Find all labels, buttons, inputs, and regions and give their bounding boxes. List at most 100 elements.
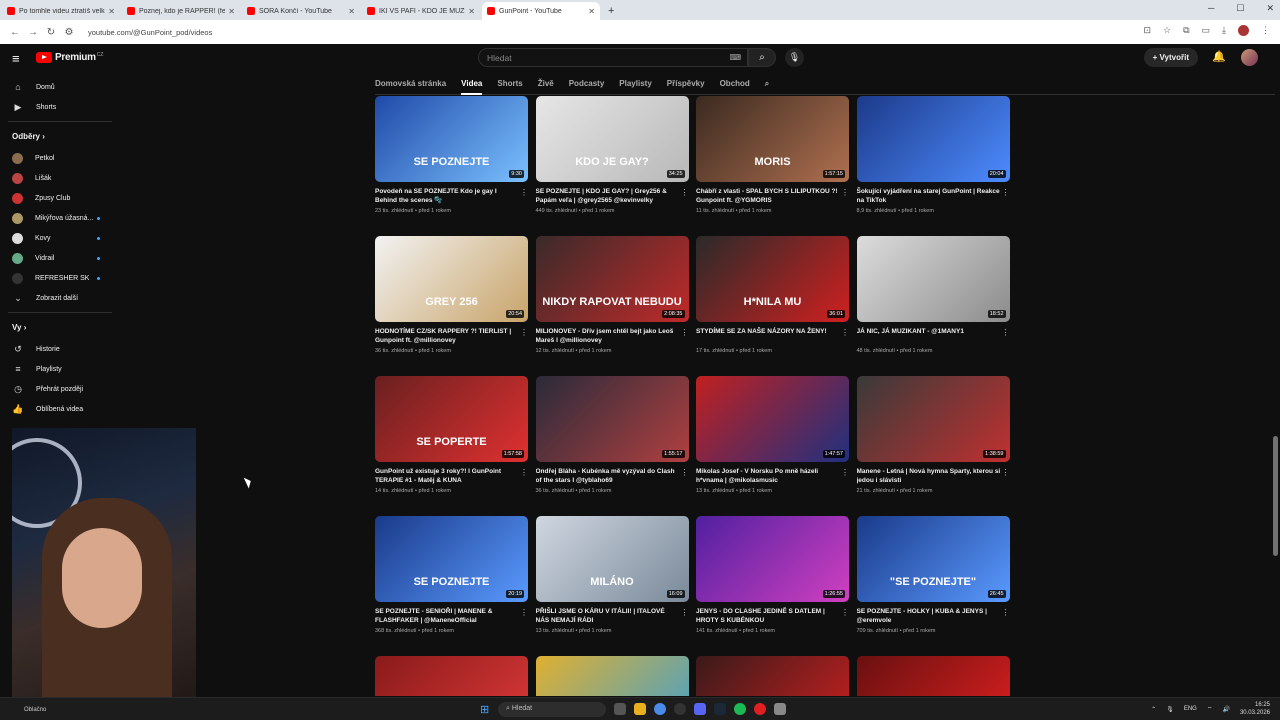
channel-tab[interactable]: Obchod (720, 72, 750, 95)
sidebar-item-you[interactable]: ◷ Přehrát později (0, 379, 120, 399)
video-title[interactable]: JENYS - DO CLASHE JEDINĚ S DATLEM | HROT… (696, 607, 840, 625)
back-icon[interactable]: ← (6, 27, 24, 38)
maximize-icon[interactable]: ☐ (1236, 3, 1244, 14)
video-thumbnail[interactable]: SE POZNEJTE 9:30 (375, 96, 528, 182)
video-title[interactable]: SE POZNEJTE | KDO JE GAY? | Grey256 & Pa… (536, 187, 680, 205)
more-options-icon[interactable]: ⋮ (681, 468, 689, 477)
channel-search-icon[interactable]: ⌕ (765, 72, 769, 95)
weather-widget[interactable]: Oblačno (24, 707, 46, 713)
more-options-icon[interactable]: ⋮ (681, 188, 689, 197)
more-options-icon[interactable]: ⋮ (1002, 608, 1010, 617)
video-title[interactable]: Ondřej Bláha - Kubénka mě vyzýval do Cla… (536, 467, 680, 485)
video-title[interactable]: SE POZNEJTE - HOLKY | KUBA & JENYS | @er… (857, 607, 1001, 625)
menu-icon[interactable]: ≡ (12, 51, 20, 66)
volume-icon[interactable]: 🔊 (1222, 706, 1229, 713)
browser-profile-avatar[interactable] (1238, 25, 1249, 36)
video-card[interactable] (375, 656, 528, 696)
reload-icon[interactable]: ↻ (42, 27, 60, 38)
close-tab-icon[interactable]: ✕ (588, 7, 595, 16)
forward-icon[interactable]: → (24, 27, 42, 38)
more-options-icon[interactable]: ⋮ (681, 608, 689, 617)
more-options-icon[interactable]: ⋮ (1002, 328, 1010, 337)
sidebar-item-you[interactable]: ≡ Playlisty (0, 359, 120, 379)
chrome-icon[interactable] (654, 703, 666, 715)
channel-tab[interactable]: Příspěvky (667, 72, 705, 95)
browser-tab[interactable]: GunPoint - YouTube ✕ (482, 2, 600, 20)
split-view-icon[interactable]: ▭ (1202, 25, 1211, 36)
video-card[interactable]: KDO JE GAY? 34:25 SE POZNEJTE | KDO JE GAY… (535, 96, 689, 214)
sidebar-item-shorts[interactable]: ▶ Shorts (0, 97, 120, 117)
video-card[interactable]: "SE POZNEJTE" 26:45 SE POZNEJTE - HOLKY | … (856, 516, 1010, 634)
video-thumbnail[interactable] (696, 656, 849, 696)
discord-icon[interactable] (694, 703, 706, 715)
url-field[interactable]: youtube.com/@GunPoint_pod/videos (88, 28, 212, 37)
video-thumbnail[interactable]: 1:26:55 (696, 516, 849, 602)
video-thumbnail[interactable]: 1:55:17 (535, 376, 689, 462)
file-explorer-icon[interactable] (634, 703, 646, 715)
channel-tab[interactable]: Shorts (497, 72, 522, 95)
video-title[interactable]: MILIONOVEY - Dřív jsem chtěl bejt jako L… (536, 327, 680, 345)
voice-search-button[interactable]: 🎙 (785, 48, 804, 67)
task-view-icon[interactable] (614, 703, 626, 715)
browser-tab[interactable]: Poznej, kdo je RAPPER! (feat. C✕ (122, 2, 240, 20)
subscriptions-heading[interactable]: Odběry › (0, 126, 120, 148)
music-icon[interactable] (774, 703, 786, 715)
sidebar-subscription[interactable]: Kovy (0, 228, 120, 248)
channel-tab[interactable]: Playlisty (619, 72, 651, 95)
video-title[interactable]: Povodeň na SE POZNEJTE Kdo je gay I Behi… (375, 187, 519, 205)
sidebar-subscription[interactable]: Zpusy Club (0, 188, 120, 208)
sidebar-item-you[interactable]: ↺ Historie (0, 339, 120, 359)
more-options-icon[interactable]: ⋮ (841, 608, 849, 617)
video-card[interactable]: GREY 256 20:54 HODNOTÍME CZ/SK RAPPERY ?! … (375, 236, 528, 354)
downloads-icon[interactable]: ⤓ (1222, 25, 1226, 36)
video-thumbnail[interactable]: MORIS 1:57:15 (696, 96, 849, 182)
sidebar-subscription[interactable]: Mikýřova úžasná... (0, 208, 120, 228)
extensions-icon[interactable]: ⧉ (1183, 25, 1189, 36)
more-options-icon[interactable]: ⋮ (841, 188, 849, 197)
video-title[interactable]: Šokující vyjádření na starej GunPoint | … (857, 187, 1001, 205)
video-thumbnail[interactable]: 1:47:57 (696, 376, 849, 462)
user-avatar[interactable] (1241, 49, 1258, 66)
video-card[interactable]: 18:52 JÁ NIC, JÁ MUZIKANT - @1MANY1 48 tis… (856, 236, 1010, 354)
video-thumbnail[interactable] (535, 656, 689, 696)
new-tab-button[interactable]: + (608, 2, 614, 20)
more-options-icon[interactable]: ⋮ (1002, 468, 1010, 477)
tray-chevron-icon[interactable]: ⌃ (1151, 706, 1156, 713)
video-title[interactable]: SE POZNEJTE - SENIOŘI | MANENE & FLASHFA… (375, 607, 519, 625)
video-card[interactable]: 1:38:59 Manene - Letná | Nová hymna Spart… (856, 376, 1010, 494)
more-options-icon[interactable]: ⋮ (1002, 188, 1010, 197)
video-thumbnail[interactable]: 20:04 (856, 96, 1010, 182)
video-thumbnail[interactable]: MILÁNO 16:09 (535, 516, 689, 602)
clock[interactable]: 16:25 30.03.2026 (1240, 701, 1270, 717)
video-card[interactable]: MILÁNO 16:09 PŘIŠLI JSME O KÁRU V ITÁLII! … (535, 516, 689, 634)
bookmark-star-icon[interactable]: ☆ (1163, 25, 1171, 36)
video-title[interactable]: PŘIŠLI JSME O KÁRU V ITÁLII! | ITALOVÉ N… (536, 607, 680, 625)
minimize-icon[interactable]: ─ (1208, 3, 1214, 14)
network-icon[interactable]: ⌔ (1207, 705, 1213, 713)
video-card[interactable]: 1:47:57 Mikolas Josef - V Norsku Po mně h… (696, 376, 849, 494)
page-scrollbar[interactable] (1273, 436, 1278, 556)
sidebar-subscription[interactable]: Petkol (0, 148, 120, 168)
video-thumbnail[interactable]: GREY 256 20:54 (375, 236, 528, 322)
video-thumbnail[interactable] (375, 656, 528, 696)
install-icon[interactable]: ⊡ (1143, 25, 1151, 36)
close-tab-icon[interactable]: ✕ (228, 7, 235, 16)
browser-tab[interactable]: Po tomhle videu ztratíš velkou ✕ (2, 2, 120, 20)
video-card[interactable]: 1:55:17 Ondřej Bláha - Kubénka mě vyzýval… (535, 376, 689, 494)
video-card[interactable]: SE POZNEJTE 9:30 Povodeň na SE POZNEJTE Kd… (375, 96, 528, 214)
video-thumbnail[interactable]: SE POPERTE 1:57:58 (375, 376, 528, 462)
video-card[interactable]: 20:04 Šokující vyjádření na starej GunPoi… (856, 96, 1010, 214)
close-window-icon[interactable]: ✕ (1266, 3, 1274, 14)
create-button[interactable]: + Vytvořit (1143, 48, 1198, 67)
search-button[interactable]: ⌕ (748, 48, 776, 67)
video-thumbnail[interactable]: NIKDY RAPOVAT NEBUDU 2:08:35 (535, 236, 689, 322)
spotify-icon[interactable] (734, 703, 746, 715)
browser-tab[interactable]: IKI VS PAFI - KDO JE MUŽ? | SE✕ (362, 2, 480, 20)
video-card[interactable]: MORIS 1:57:15 Chábří z vlasti - SPAL BYCH … (696, 96, 849, 214)
search-input[interactable]: Hledat ⌨ (478, 48, 748, 67)
keyboard-icon[interactable]: ⌨ (729, 53, 741, 62)
video-title[interactable]: GunPoint už existuje 3 roky?! I GunPoint… (375, 467, 519, 485)
sidebar-item-domů[interactable]: ⌂ Domů (0, 77, 120, 97)
more-options-icon[interactable]: ⋮ (681, 328, 689, 337)
more-options-icon[interactable]: ⋮ (520, 188, 528, 197)
